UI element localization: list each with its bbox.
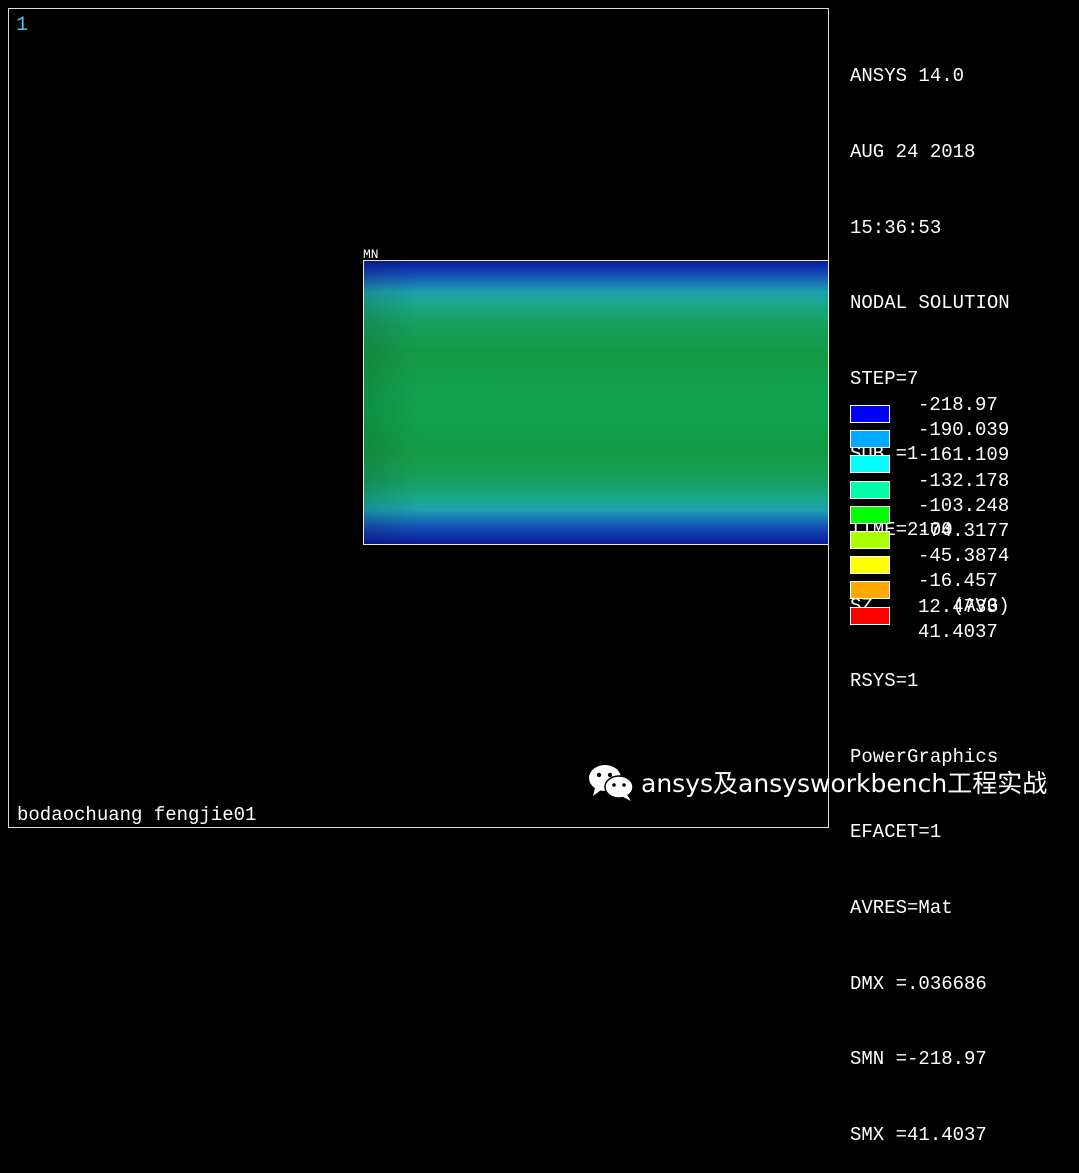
legend-swatch (850, 505, 890, 524)
info-line: AUG 24 2018 (850, 141, 976, 163)
watermark: ansys及ansysworkbench工程实战 (587, 762, 1047, 802)
watermark-text: ansys及ansysworkbench工程实战 (641, 769, 1048, 798)
info-line: NODAL SOLUTION (850, 292, 1010, 315)
legend-value: -103.248 (918, 494, 1010, 517)
window-number: 1 (16, 14, 29, 37)
legend-value: 12.4733 (918, 595, 998, 618)
legend-swatch (850, 581, 890, 600)
legend-swatch (850, 556, 890, 575)
legend-swatch (850, 430, 890, 449)
legend-swatch (850, 606, 890, 625)
info-line: AVRES=Mat (850, 896, 953, 919)
legend-value: -132.178 (918, 469, 1010, 492)
legend-value: -218.97 (918, 394, 998, 416)
legend-value: -45.3874 (918, 545, 1010, 568)
info-line: SMN =-218.97 (850, 1048, 987, 1071)
legend-swatch (850, 480, 890, 499)
info-line: STEP=7 (850, 367, 919, 390)
wechat-icon (589, 765, 634, 801)
info-line: SMX =41.4037 (850, 1123, 987, 1146)
stress-contour-plot[interactable] (363, 260, 829, 545)
legend-value: -16.457 (918, 570, 998, 593)
legend-value: -190.039 (918, 419, 1010, 442)
legend-value: -74.3177 (918, 519, 1010, 542)
info-line: ANSYS 14.0 (850, 65, 965, 88)
legend-swatch (850, 530, 890, 549)
legend-swatch (850, 455, 890, 474)
info-line: DMX =.036686 (850, 972, 987, 995)
info-line: RSYS=1 (850, 670, 919, 693)
legend-value: -161.109 (918, 444, 1010, 467)
legend-value: 41.4037 (918, 620, 998, 643)
plot-title: bodaochuang fengjie01 (17, 804, 257, 826)
info-line: 15:36:53 (850, 216, 942, 239)
legend-swatch (850, 405, 890, 423)
